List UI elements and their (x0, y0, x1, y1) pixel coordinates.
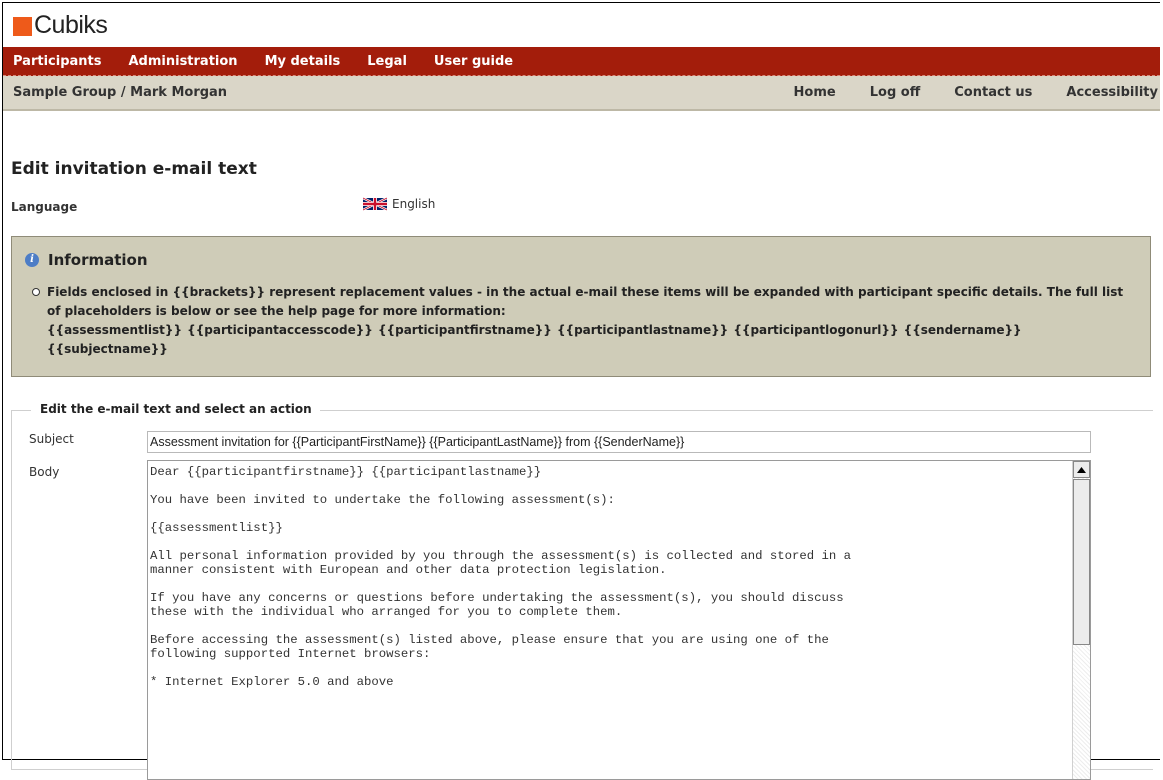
logo-bar: Cubiks (3, 3, 1160, 47)
language-value: English (363, 197, 435, 211)
nav-user-guide[interactable]: User guide (434, 54, 513, 69)
bullet-icon (32, 288, 40, 296)
subject-input[interactable]: Assessment invitation for {{ParticipantF… (147, 431, 1091, 453)
information-title: Information (48, 251, 148, 269)
body-label: Body (29, 465, 60, 479)
scroll-thumb[interactable] (1073, 479, 1090, 645)
info-icon: i (25, 253, 39, 267)
body-textarea[interactable]: Dear {{participantfirstname}} {{particip… (147, 460, 1091, 780)
nav-legal[interactable]: Legal (367, 54, 407, 69)
logo[interactable]: Cubiks (13, 11, 108, 40)
language-label: Language (11, 200, 78, 214)
scroll-up-arrow-icon[interactable] (1073, 461, 1090, 478)
contact-us-link[interactable]: Contact us (954, 85, 1032, 100)
placeholder-list: {{assessmentlist}} {{participantaccessco… (47, 323, 1022, 356)
language-name: English (392, 197, 436, 211)
body-text: Dear {{participantfirstname}} {{particip… (150, 465, 852, 689)
logo-text: Cubiks (34, 11, 108, 39)
information-heading: i Information (25, 251, 148, 269)
edit-email-fieldset: Edit the e-mail text and select an actio… (11, 402, 1153, 780)
log-off-link[interactable]: Log off (870, 85, 921, 100)
accessibility-link[interactable]: Accessibility (1066, 85, 1158, 100)
main-nav: Participants Administration My details L… (3, 47, 1160, 76)
subject-label: Subject (29, 432, 74, 446)
information-panel: i Information Fields enclosed in {{brack… (11, 236, 1151, 377)
uk-flag-icon (363, 197, 387, 211)
breadcrumb: Sample Group / Mark Morgan (13, 85, 228, 100)
logo-mark-icon (13, 17, 32, 36)
breadcrumb-bar: Sample Group / Mark Morgan Home Log off … (3, 76, 1160, 111)
page-title: Edit invitation e-mail text (11, 159, 257, 179)
information-text: Fields enclosed in {{brackets}} represen… (47, 285, 1124, 318)
information-body: Fields enclosed in {{brackets}} represen… (32, 283, 1140, 359)
top-links: Home Log off Contact us Accessibility (760, 85, 1160, 100)
nav-administration[interactable]: Administration (128, 54, 237, 69)
fieldset-legend: Edit the e-mail text and select an actio… (31, 402, 320, 416)
body-scrollbar[interactable] (1072, 461, 1090, 779)
nav-participants[interactable]: Participants (13, 54, 101, 69)
home-link[interactable]: Home (794, 85, 836, 100)
nav-my-details[interactable]: My details (265, 54, 341, 69)
